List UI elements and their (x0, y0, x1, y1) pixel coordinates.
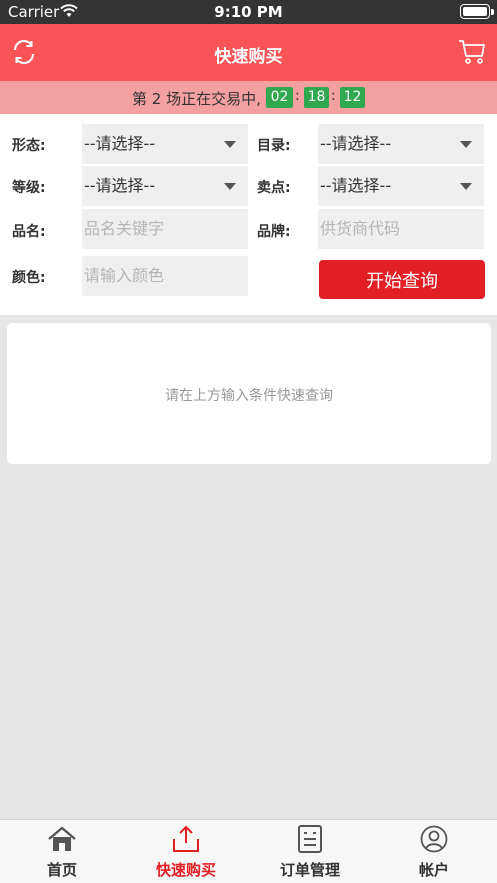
tab-home-label: 首页 (46, 861, 77, 879)
product-name-label: 品名: (12, 224, 46, 240)
session-bar: 第 2 场正在交易中, 02 : 18 : 12 (0, 81, 497, 114)
empty-hint: 请在上方输入条件快速查询 (165, 388, 333, 404)
shape-label: 形态: (12, 138, 46, 154)
dropdown-arrow-icon (460, 183, 472, 190)
session-status-text: 第 2 场正在交易中, (132, 90, 261, 108)
result-card: 请在上方输入条件快速查询 (7, 323, 491, 464)
home-icon (48, 826, 76, 851)
tab-quick-buy-label: 快速购买 (155, 861, 216, 879)
page-title: 快速购买 (214, 47, 283, 67)
selling-point-label: 卖点: (257, 180, 291, 196)
account-icon (420, 825, 448, 853)
product-name-input[interactable] (82, 209, 248, 249)
grade-label: 等级: (12, 180, 46, 196)
tab-account[interactable]: 帐户 (372, 820, 496, 883)
dropdown-arrow-icon (224, 141, 236, 148)
tab-bar: 首页 快速购买 订单管理 帐户 (0, 819, 497, 883)
grade-select-value: --请选择-- (84, 176, 156, 195)
tab-quick-buy[interactable]: 快速购买 (124, 820, 248, 883)
catalog-select[interactable]: --请选择-- (318, 124, 484, 164)
timer-hours: 02 (266, 87, 293, 108)
brand-label: 品牌: (257, 224, 291, 240)
timer-separator: : (331, 88, 336, 104)
search-form: 形态: --请选择-- 目录: --请选择-- 等级: --请选择-- 卖点: … (0, 114, 497, 315)
battery-icon (460, 4, 490, 19)
selling-point-select[interactable]: --请选择-- (318, 166, 484, 206)
timer-separator: : (295, 88, 300, 104)
timer-minutes: 18 (304, 87, 329, 108)
grade-select[interactable]: --请选择-- (82, 166, 248, 206)
dropdown-arrow-icon (224, 183, 236, 190)
upload-icon (173, 825, 199, 852)
brand-input[interactable] (318, 209, 484, 249)
dropdown-arrow-icon (460, 141, 472, 148)
tab-account-label: 帐户 (418, 861, 449, 879)
color-label: 颜色: (12, 270, 46, 286)
order-icon (298, 825, 322, 853)
tab-home[interactable]: 首页 (0, 820, 124, 883)
timer-seconds: 12 (340, 87, 365, 108)
shape-select-value: --请选择-- (84, 134, 156, 153)
status-bar: Carrier 9:10 PM (0, 0, 497, 24)
shape-select[interactable]: --请选择-- (82, 124, 248, 164)
tab-orders[interactable]: 订单管理 (248, 820, 372, 883)
catalog-select-value: --请选择-- (320, 134, 392, 153)
start-query-button[interactable]: 开始查询 (319, 260, 485, 299)
selling-point-select-value: --请选择-- (320, 176, 392, 195)
status-time: 9:10 PM (214, 3, 283, 21)
cart-icon[interactable] (458, 39, 486, 65)
tab-orders-label: 订单管理 (279, 861, 340, 879)
catalog-label: 目录: (257, 138, 291, 154)
color-input[interactable] (82, 256, 248, 296)
nav-bar: 快速购买 (0, 24, 497, 81)
